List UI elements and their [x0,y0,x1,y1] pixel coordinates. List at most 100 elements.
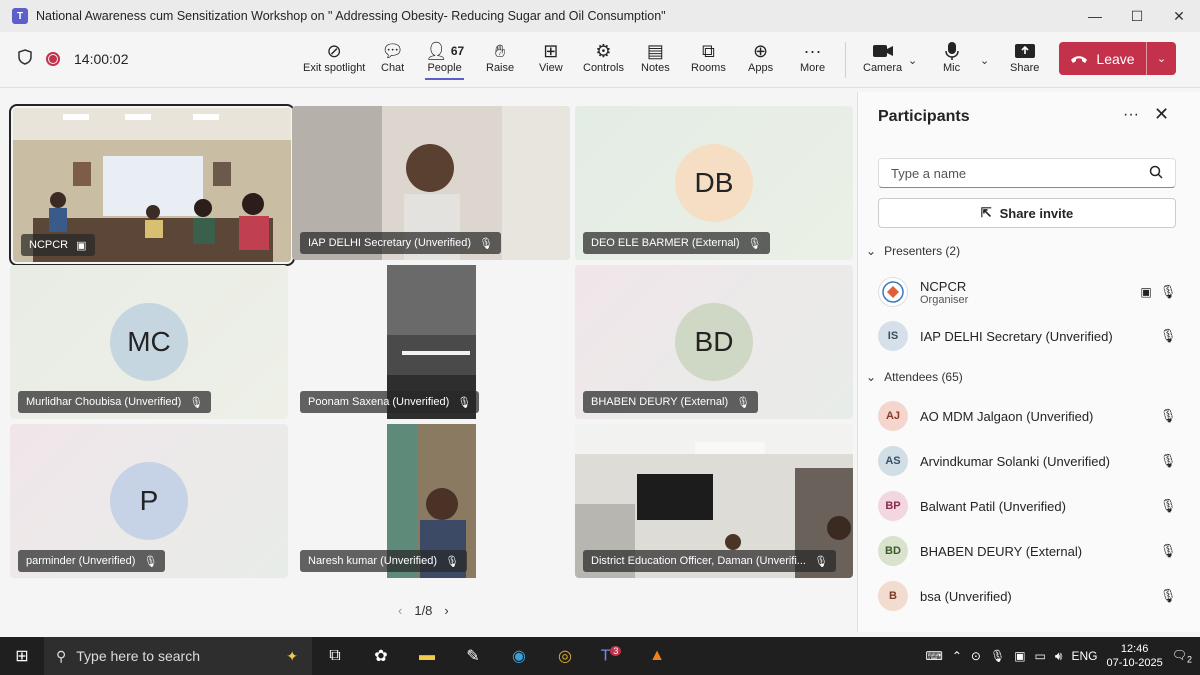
notification-count: 2 [1186,654,1192,665]
teams-app-icon: T [12,8,28,24]
close-icon[interactable]: ✕ [1154,104,1169,125]
teams-icon[interactable]: T3 [588,646,634,665]
participant-name: bsa (Unverified) [920,588,1012,604]
share-invite-label: Share invite [999,205,1074,221]
edge-browser-icon[interactable]: ◉ [496,646,542,666]
more-button[interactable]: ··· More [800,40,825,74]
clock-time: 12:46 [1120,643,1149,655]
avatar: BD [675,303,753,381]
mic-off-icon: 🎙︎ [1159,498,1177,513]
view-label: View [539,62,563,74]
tile-nametag: parminder (Unverified) 🎙︎ [18,550,166,572]
page-indicator: 1/8 [414,603,433,618]
tile-name: NCPCR [29,239,69,251]
participant-row[interactable]: AS Arvindkumar Solanki (Unverified) 🎙︎ [878,444,1178,478]
participant-row[interactable]: B bsa (Unverified) 🎙︎ [878,579,1178,613]
people-button[interactable]: 👤︎ 67 People [425,40,465,80]
video-tile-murlidhar[interactable]: MC Murlidhar Choubisa (Unverified) 🎙︎ [10,265,288,419]
participant-row[interactable]: AJ AO MDM Jalgaon (Unverified) 🎙︎ [878,399,1178,433]
meeting-toolbar: 14:00:02 ⊘ Exit spotlight 💬︎ Chat 👤︎ 67 P… [0,32,1200,88]
shield-icon[interactable] [18,49,32,68]
chrome-browser-icon[interactable]: ◎ [542,646,588,666]
mic-options-chevron-icon[interactable]: ⌄ [980,54,989,67]
leave-main[interactable]: Leave [1059,51,1146,67]
screen-share-icon[interactable]: ▣ [1014,649,1025,663]
video-tile-bhaben-deury[interactable]: BD BHABEN DEURY (External) 🎙︎ [575,265,853,419]
windows-start-icon[interactable]: ⊞ [0,646,44,666]
tile-name: Poonam Saxena (Unverified) [308,396,450,408]
rooms-button[interactable]: ⧉ Rooms [691,40,726,74]
avatar: BD [878,536,908,566]
previous-page-chevron-icon[interactable]: ‹ [398,603,402,618]
tile-name: IAP DELHI Secretary (Unverified) [308,237,472,249]
leave-label: Leave [1096,50,1135,67]
copilot-icon[interactable]: ✿ [358,646,404,666]
close-window-button[interactable]: ✕ [1158,8,1200,25]
video-tile-naresh[interactable]: Naresh kumar (Unverified) 🎙︎ [292,424,570,578]
teams-badge: 3 [610,646,622,657]
vlc-icon[interactable]: ▲ [634,647,680,665]
leave-button[interactable]: Leave ⌄ [1059,42,1176,75]
camera-options-chevron-icon[interactable]: ⌄ [908,54,917,67]
clock[interactable]: 12:46 07-10-2025 [1106,642,1162,670]
avatar: MC [110,303,188,381]
notes-button[interactable]: ▤ Notes [641,40,670,74]
participant-row[interactable]: IS IAP DELHI Secretary (Unverified) 🎙︎ [878,319,1178,353]
mic-off-icon: 🎙︎ [1159,453,1177,468]
apps-button[interactable]: ⊕ Apps [748,40,773,74]
video-tile-iap-delhi[interactable]: IAP DELHI Secretary (Unverified) 🎙︎ [292,106,570,260]
video-tile-deo-ele-barmer[interactable]: DB DEO ELE BARMER (External) 🎙︎ [575,106,853,260]
presenters-section-header[interactable]: ⌄ Presenters (2) [866,244,960,258]
phone-hangup-icon [1070,51,1088,67]
toolbar-divider [845,42,846,78]
chevron-up-icon[interactable]: ⌃ [952,649,962,663]
task-view-icon[interactable]: ⧉ [312,647,358,665]
gallery-pager: ‹ 1/8 › [398,603,449,618]
mic-button[interactable]: Mic [943,40,960,74]
taskbar-search-box[interactable]: ⚲ Type here to search ✦ [44,637,312,675]
more-options-icon[interactable]: ··· [1123,106,1139,124]
people-label: People [427,62,462,74]
notification-icon[interactable]: 🗨︎2 [1172,648,1192,664]
share-invite-button[interactable]: ⇱ Share invite [878,198,1176,228]
raise-hand-button[interactable]: ✋︎ Raise [486,40,514,74]
tile-nametag: Murlidhar Choubisa (Unverified) 🎙︎ [18,391,212,413]
avatar: AJ [878,401,908,431]
maximize-button[interactable]: ☐ [1116,8,1158,25]
participant-name: AO MDM Jalgaon (Unverified) [920,408,1094,424]
participant-row[interactable]: NCPCR Organiser ▣ 🎙︎ [878,275,1178,309]
volume-icon[interactable]: 🔊︎ [1055,649,1063,664]
participant-row[interactable]: BD BHABEN DEURY (External) 🎙︎ [878,534,1178,568]
meet-now-icon[interactable]: ⊙ [971,649,981,663]
participant-row[interactable]: BP Balwant Patil (Unverified) 🎙︎ [878,489,1178,523]
camera-button[interactable]: Camera [863,40,902,74]
video-tile-district-education-officer[interactable]: District Education Officer, Daman (Unver… [575,424,853,578]
view-button[interactable]: ⊞ View [539,40,563,74]
next-page-chevron-icon[interactable]: › [444,603,448,618]
exit-spotlight-button[interactable]: ⊘ Exit spotlight [303,40,365,74]
share-label: Share [1010,62,1040,74]
participants-panel: Participants ··· ✕ Type a name ⇱ Share i… [857,92,1200,632]
keyboard-icon[interactable]: ⌨ [926,649,943,663]
minimize-button[interactable]: — [1074,8,1116,24]
video-tile-ncpcr[interactable]: NCPCR ▣ [9,104,295,266]
participant-info: NCPCR Organiser [920,279,1134,306]
participant-search-input[interactable]: Type a name [878,158,1176,188]
share-button[interactable]: Share [1010,40,1039,74]
file-explorer-icon[interactable]: ▬ [404,647,450,665]
attendees-section-header[interactable]: ⌄ Attendees (65) [866,370,963,384]
tile-nametag: IAP DELHI Secretary (Unverified) 🎙︎ [300,232,501,254]
leave-options-chevron-icon[interactable]: ⌄ [1146,42,1176,75]
paint-icon[interactable]: ✎ [450,646,496,666]
controls-button[interactable]: ⚙︎ Controls [583,40,624,74]
window-title: National Awareness cum Sensitization Wor… [36,9,666,23]
network-icon[interactable]: ▭ [1035,649,1046,663]
more-label: More [800,62,826,74]
language-indicator[interactable]: ENG [1071,649,1097,663]
chat-button[interactable]: 💬︎ Chat [381,40,404,74]
microphone-icon[interactable]: 🎙︎ [990,649,1005,663]
video-tile-poonam[interactable]: Poonam Saxena (Unverified) 🎙︎ [292,265,570,419]
meeting-status: 14:00:02 [18,49,129,68]
video-tile-parminder[interactable]: P parminder (Unverified) 🎙︎ [10,424,288,578]
participant-name: IAP DELHI Secretary (Unverified) [920,328,1113,344]
